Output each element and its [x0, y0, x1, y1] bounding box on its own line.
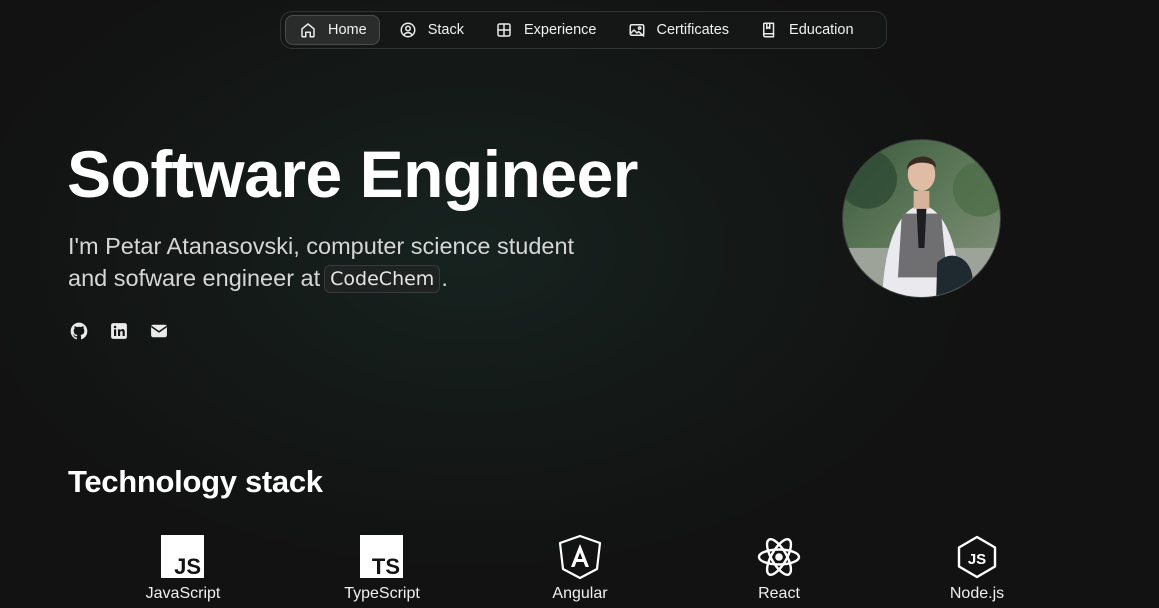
nodejs-label: Node.js: [949, 585, 1005, 602]
image-icon: [629, 24, 644, 37]
company-badge[interactable]: CodeChem: [324, 265, 441, 293]
mail-icon: [151, 324, 167, 338]
svg-text:JS: JS: [968, 551, 986, 568]
nodejs-icon: JS: [957, 535, 997, 579]
react-icon: [757, 538, 801, 576]
nav-certificates[interactable]: Certificates: [615, 15, 742, 45]
hero-subtitle-end: .: [441, 265, 448, 291]
nav-experience-label: Experience: [523, 22, 597, 38]
typescript-icon: TS: [360, 535, 403, 579]
tech-item-angular: Angular: [510, 534, 650, 603]
tech-item-javascript: JS JavaScript: [113, 534, 253, 603]
nodejs-logo: JS: [954, 534, 1000, 580]
angular-logo: [557, 534, 603, 580]
book-icon: [763, 22, 775, 38]
javascript-label: JavaScript: [145, 585, 221, 602]
linkedin-link[interactable]: [109, 321, 129, 341]
typescript-logo: TS: [359, 534, 405, 580]
top-navigation: Home Stack Experience Certificates Educa…: [280, 11, 887, 49]
social-links: [69, 321, 169, 341]
stack-title: Technology stack: [68, 464, 323, 499]
nav-education-label: Education: [789, 22, 854, 38]
user-circle-icon: [400, 22, 416, 38]
svg-text:TS: TS: [372, 554, 400, 579]
grid-icon: [497, 23, 511, 37]
profile-photo: [843, 140, 1000, 297]
svg-text:JS: JS: [174, 554, 201, 579]
nav-experience[interactable]: Experience: [482, 15, 609, 45]
tech-item-typescript: TS TypeScript: [312, 534, 452, 603]
typescript-label: TypeScript: [344, 585, 420, 602]
angular-icon: [558, 534, 602, 580]
nav-home-label: Home: [328, 22, 367, 38]
react-logo: [756, 534, 802, 580]
tech-item-nodejs: JS Node.js: [907, 534, 1047, 603]
tech-item-react: React: [709, 534, 849, 603]
javascript-icon: JS: [161, 535, 204, 579]
email-link[interactable]: [149, 321, 169, 341]
home-icon: [301, 23, 315, 38]
react-label: React: [758, 585, 800, 602]
hero-subtitle-text: I'm Petar Atanasovski, computer science …: [68, 233, 575, 291]
profile-avatar: [842, 139, 1001, 298]
javascript-logo: JS: [160, 534, 206, 580]
hero-subtitle: I'm Petar Atanasovski, computer science …: [68, 230, 588, 294]
nav-stack[interactable]: Stack: [386, 15, 476, 45]
nav-home[interactable]: Home: [285, 15, 380, 45]
nav-certificates-label: Certificates: [656, 22, 730, 38]
hero-title: Software Engineer: [67, 137, 638, 211]
github-link[interactable]: [69, 321, 89, 341]
nav-education[interactable]: Education: [747, 15, 866, 45]
page: Home Stack Experience Certificates Educa…: [0, 0, 1159, 608]
angular-label: Angular: [552, 585, 608, 602]
nav-stack-label: Stack: [427, 22, 464, 38]
github-icon: [70, 322, 88, 340]
linkedin-icon: [111, 323, 127, 339]
